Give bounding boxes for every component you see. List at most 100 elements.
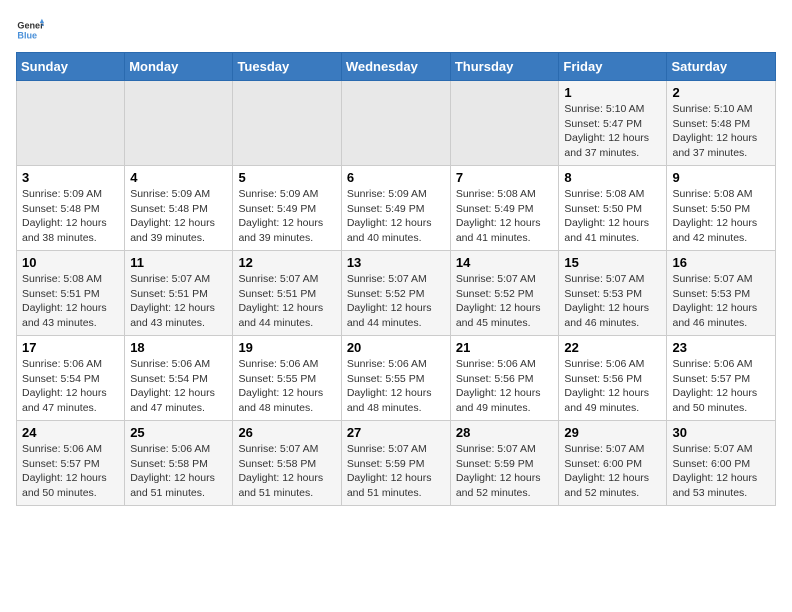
logo-icon: General Blue — [16, 16, 44, 44]
day-number: 16 — [672, 255, 770, 270]
weekday-header: Monday — [125, 53, 233, 81]
day-number: 8 — [564, 170, 661, 185]
day-number: 30 — [672, 425, 770, 440]
calendar-cell — [341, 81, 450, 166]
day-number: 21 — [456, 340, 554, 355]
day-number: 22 — [564, 340, 661, 355]
day-number: 18 — [130, 340, 227, 355]
day-info: Sunrise: 5:07 AMSunset: 5:53 PMDaylight:… — [672, 272, 770, 331]
svg-text:Blue: Blue — [17, 30, 37, 40]
day-info: Sunrise: 5:09 AMSunset: 5:49 PMDaylight:… — [238, 187, 335, 246]
weekday-header: Saturday — [667, 53, 776, 81]
weekday-header: Thursday — [450, 53, 559, 81]
logo: General Blue — [16, 16, 48, 44]
calendar-cell: 21 Sunrise: 5:06 AMSunset: 5:56 PMDayligh… — [450, 336, 559, 421]
day-number: 14 — [456, 255, 554, 270]
day-number: 20 — [347, 340, 445, 355]
calendar-cell: 23Sunrise: 5:06 AMSunset: 5:57 PMDayligh… — [667, 336, 776, 421]
calendar-cell: 17 Sunrise: 5:06 AMSunset: 5:54 PMDayligh… — [17, 336, 125, 421]
day-info: Sunrise: 5:06 AMSunset: 5:57 PMDaylight:… — [22, 442, 119, 501]
calendar-cell: 19 Sunrise: 5:06 AMSunset: 5:55 PMDayligh… — [233, 336, 341, 421]
calendar-cell: 14Sunrise: 5:07 AMSunset: 5:52 PMDayligh… — [450, 251, 559, 336]
calendar-cell: 6 Sunrise: 5:09 AMSunset: 5:49 PMDaylight… — [341, 166, 450, 251]
calendar-cell: 8 Sunrise: 5:08 AMSunset: 5:50 PMDaylight… — [559, 166, 667, 251]
day-number: 25 — [130, 425, 227, 440]
calendar-table: SundayMondayTuesdayWednesdayThursdayFrid… — [16, 52, 776, 506]
calendar-cell: 7Sunrise: 5:08 AMSunset: 5:49 PMDaylight… — [450, 166, 559, 251]
day-info: Sunrise: 5:07 AMSunset: 5:53 PMDaylight:… — [564, 272, 661, 331]
day-info: Sunrise: 5:06 AMSunset: 5:54 PMDaylight:… — [22, 357, 119, 416]
calendar-cell: 25 Sunrise: 5:06 AMSunset: 5:58 PMDayligh… — [125, 421, 233, 506]
day-info: Sunrise: 5:10 AMSunset: 5:47 PMDaylight:… — [564, 102, 661, 161]
calendar-cell: 20 Sunrise: 5:06 AMSunset: 5:55 PMDayligh… — [341, 336, 450, 421]
day-info: Sunrise: 5:09 AMSunset: 5:48 PMDaylight:… — [130, 187, 227, 246]
day-number: 15 — [564, 255, 661, 270]
weekday-header: Tuesday — [233, 53, 341, 81]
day-info: Sunrise: 5:08 AMSunset: 5:50 PMDaylight:… — [564, 187, 661, 246]
calendar-week-row: 24 Sunrise: 5:06 AMSunset: 5:57 PMDayligh… — [17, 421, 776, 506]
calendar-cell: 4Sunrise: 5:09 AMSunset: 5:48 PMDaylight… — [125, 166, 233, 251]
calendar-cell: 13 Sunrise: 5:07 AMSunset: 5:52 PMDayligh… — [341, 251, 450, 336]
day-number: 27 — [347, 425, 445, 440]
day-number: 6 — [347, 170, 445, 185]
page-header: General Blue — [16, 16, 776, 44]
calendar-cell: 5 Sunrise: 5:09 AMSunset: 5:49 PMDaylight… — [233, 166, 341, 251]
day-number: 7 — [456, 170, 554, 185]
calendar-week-row: 10 Sunrise: 5:08 AMSunset: 5:51 PMDayligh… — [17, 251, 776, 336]
day-info: Sunrise: 5:06 AMSunset: 5:56 PMDaylight:… — [456, 357, 554, 416]
calendar-cell: 16 Sunrise: 5:07 AMSunset: 5:53 PMDayligh… — [667, 251, 776, 336]
day-number: 12 — [238, 255, 335, 270]
calendar-cell: 30 Sunrise: 5:07 AMSunset: 6:00 PMDayligh… — [667, 421, 776, 506]
calendar-cell: 10 Sunrise: 5:08 AMSunset: 5:51 PMDayligh… — [17, 251, 125, 336]
day-info: Sunrise: 5:08 AMSunset: 5:51 PMDaylight:… — [22, 272, 119, 331]
calendar-cell: 27 Sunrise: 5:07 AMSunset: 5:59 PMDayligh… — [341, 421, 450, 506]
calendar-week-row: 17 Sunrise: 5:06 AMSunset: 5:54 PMDayligh… — [17, 336, 776, 421]
day-info: Sunrise: 5:06 AMSunset: 5:55 PMDaylight:… — [238, 357, 335, 416]
calendar-cell: 15 Sunrise: 5:07 AMSunset: 5:53 PMDayligh… — [559, 251, 667, 336]
calendar-cell: 9 Sunrise: 5:08 AMSunset: 5:50 PMDaylight… — [667, 166, 776, 251]
calendar-cell: 18 Sunrise: 5:06 AMSunset: 5:54 PMDayligh… — [125, 336, 233, 421]
day-info: Sunrise: 5:07 AMSunset: 6:00 PMDaylight:… — [672, 442, 770, 501]
calendar-cell: 26 Sunrise: 5:07 AMSunset: 5:58 PMDayligh… — [233, 421, 341, 506]
day-info: Sunrise: 5:10 AMSunset: 5:48 PMDaylight:… — [672, 102, 770, 161]
day-info: Sunrise: 5:07 AMSunset: 5:59 PMDaylight:… — [456, 442, 554, 501]
day-number: 1 — [564, 85, 661, 100]
calendar-header: SundayMondayTuesdayWednesdayThursdayFrid… — [17, 53, 776, 81]
calendar-cell: 28Sunrise: 5:07 AMSunset: 5:59 PMDayligh… — [450, 421, 559, 506]
day-number: 26 — [238, 425, 335, 440]
calendar-cell: 3Sunrise: 5:09 AMSunset: 5:48 PMDaylight… — [17, 166, 125, 251]
day-info: Sunrise: 5:07 AMSunset: 6:00 PMDaylight:… — [564, 442, 661, 501]
day-info: Sunrise: 5:07 AMSunset: 5:52 PMDaylight:… — [347, 272, 445, 331]
weekday-header: Wednesday — [341, 53, 450, 81]
day-number: 19 — [238, 340, 335, 355]
calendar-cell — [450, 81, 559, 166]
day-number: 29 — [564, 425, 661, 440]
day-number: 10 — [22, 255, 119, 270]
day-info: Sunrise: 5:07 AMSunset: 5:58 PMDaylight:… — [238, 442, 335, 501]
calendar-cell: 12 Sunrise: 5:07 AMSunset: 5:51 PMDayligh… — [233, 251, 341, 336]
day-info: Sunrise: 5:06 AMSunset: 5:55 PMDaylight:… — [347, 357, 445, 416]
day-number: 3 — [22, 170, 119, 185]
day-info: Sunrise: 5:07 AMSunset: 5:59 PMDaylight:… — [347, 442, 445, 501]
day-info: Sunrise: 5:07 AMSunset: 5:51 PMDaylight:… — [238, 272, 335, 331]
day-number: 23 — [672, 340, 770, 355]
day-number: 17 — [22, 340, 119, 355]
day-number: 24 — [22, 425, 119, 440]
calendar-week-row: 1 Sunrise: 5:10 AMSunset: 5:47 PMDaylight… — [17, 81, 776, 166]
day-number: 13 — [347, 255, 445, 270]
calendar-cell: 2Sunrise: 5:10 AMSunset: 5:48 PMDaylight… — [667, 81, 776, 166]
day-number: 9 — [672, 170, 770, 185]
day-info: Sunrise: 5:06 AMSunset: 5:54 PMDaylight:… — [130, 357, 227, 416]
day-info: Sunrise: 5:06 AMSunset: 5:56 PMDaylight:… — [564, 357, 661, 416]
weekday-header: Friday — [559, 53, 667, 81]
calendar-cell: 22 Sunrise: 5:06 AMSunset: 5:56 PMDayligh… — [559, 336, 667, 421]
day-info: Sunrise: 5:08 AMSunset: 5:50 PMDaylight:… — [672, 187, 770, 246]
calendar-cell: 11Sunrise: 5:07 AMSunset: 5:51 PMDayligh… — [125, 251, 233, 336]
day-info: Sunrise: 5:06 AMSunset: 5:58 PMDaylight:… — [130, 442, 227, 501]
calendar-cell: 24 Sunrise: 5:06 AMSunset: 5:57 PMDayligh… — [17, 421, 125, 506]
calendar-cell: 1 Sunrise: 5:10 AMSunset: 5:47 PMDaylight… — [559, 81, 667, 166]
day-number: 5 — [238, 170, 335, 185]
calendar-cell: 29 Sunrise: 5:07 AMSunset: 6:00 PMDayligh… — [559, 421, 667, 506]
svg-text:General: General — [17, 21, 44, 31]
day-info: Sunrise: 5:09 AMSunset: 5:49 PMDaylight:… — [347, 187, 445, 246]
